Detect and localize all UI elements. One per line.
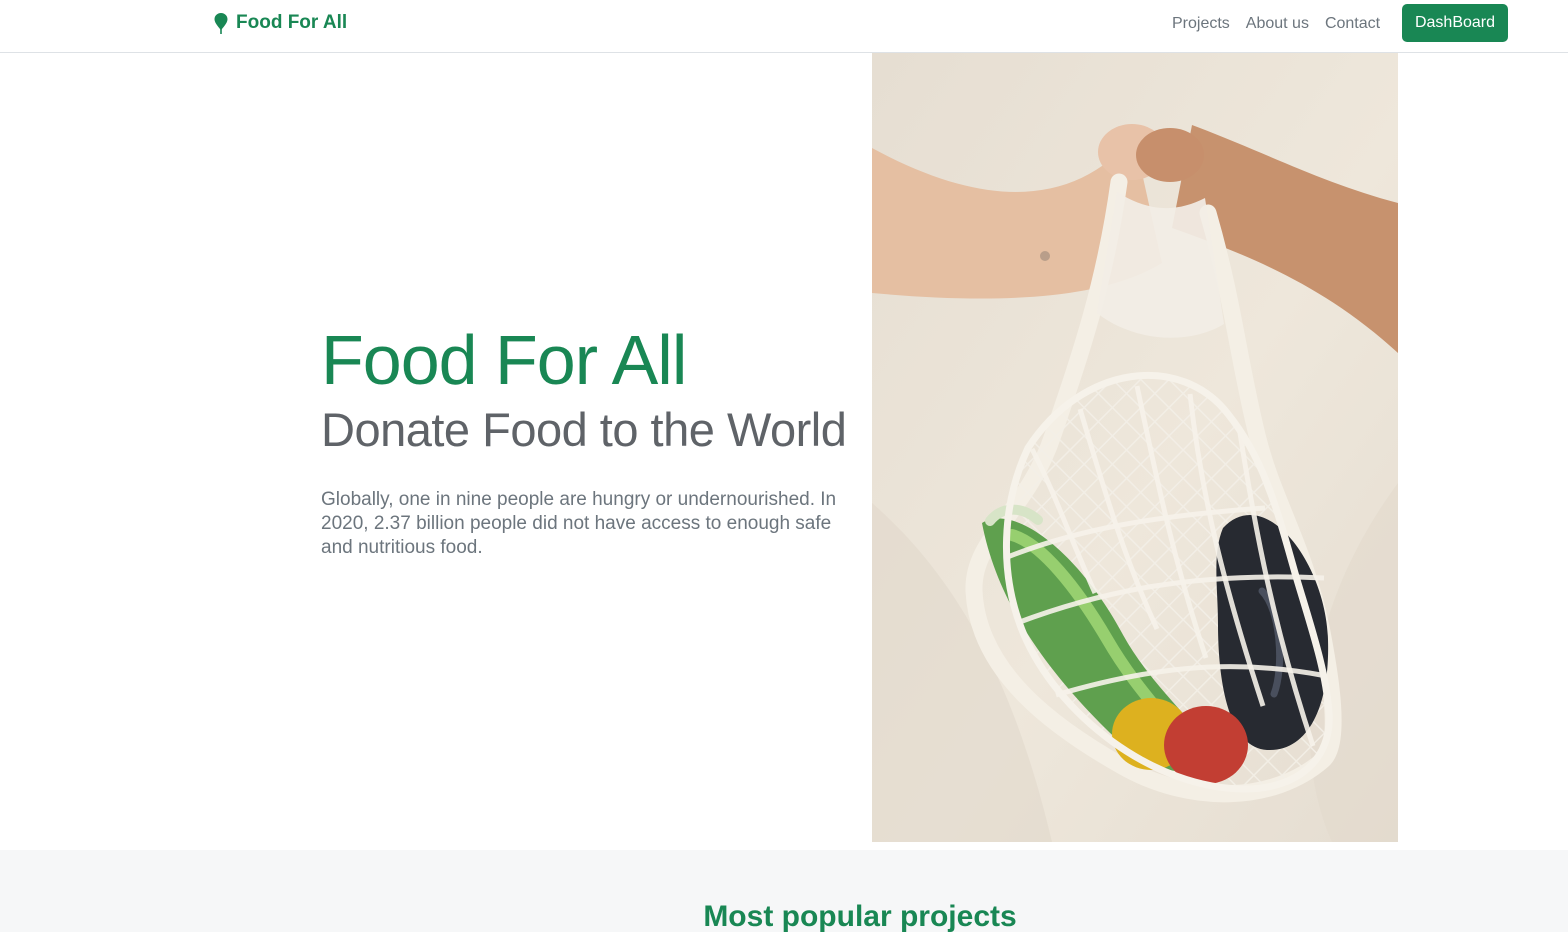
popular-projects-section: Most popular projects xyxy=(0,850,1568,933)
brand-link[interactable]: Food For All xyxy=(213,12,347,34)
hero-description: Globally, one in nine people are hungry … xyxy=(321,489,837,558)
main-navigation: Projects About us Contact xyxy=(1164,13,1388,35)
hero-image xyxy=(872,53,1398,842)
map-pin-icon xyxy=(214,13,228,34)
produce-net-bag-photo xyxy=(872,53,1398,842)
nav-link-projects[interactable]: Projects xyxy=(1164,13,1238,35)
nav-link-about-us[interactable]: About us xyxy=(1238,13,1317,35)
hero-subtitle: Donate Food to the World xyxy=(321,403,847,456)
top-navbar: Food For All Projects About us Contact D… xyxy=(0,0,1568,53)
dashboard-button[interactable]: DashBoard xyxy=(1402,4,1508,42)
hero-title: Food For All xyxy=(321,321,687,399)
section-title: Most popular projects xyxy=(703,900,1017,933)
nav-link-contact[interactable]: Contact xyxy=(1317,13,1388,35)
brand-label: Food For All xyxy=(236,12,348,33)
hero-text-block: Food For All Donate Food to the World Gl… xyxy=(321,320,851,560)
